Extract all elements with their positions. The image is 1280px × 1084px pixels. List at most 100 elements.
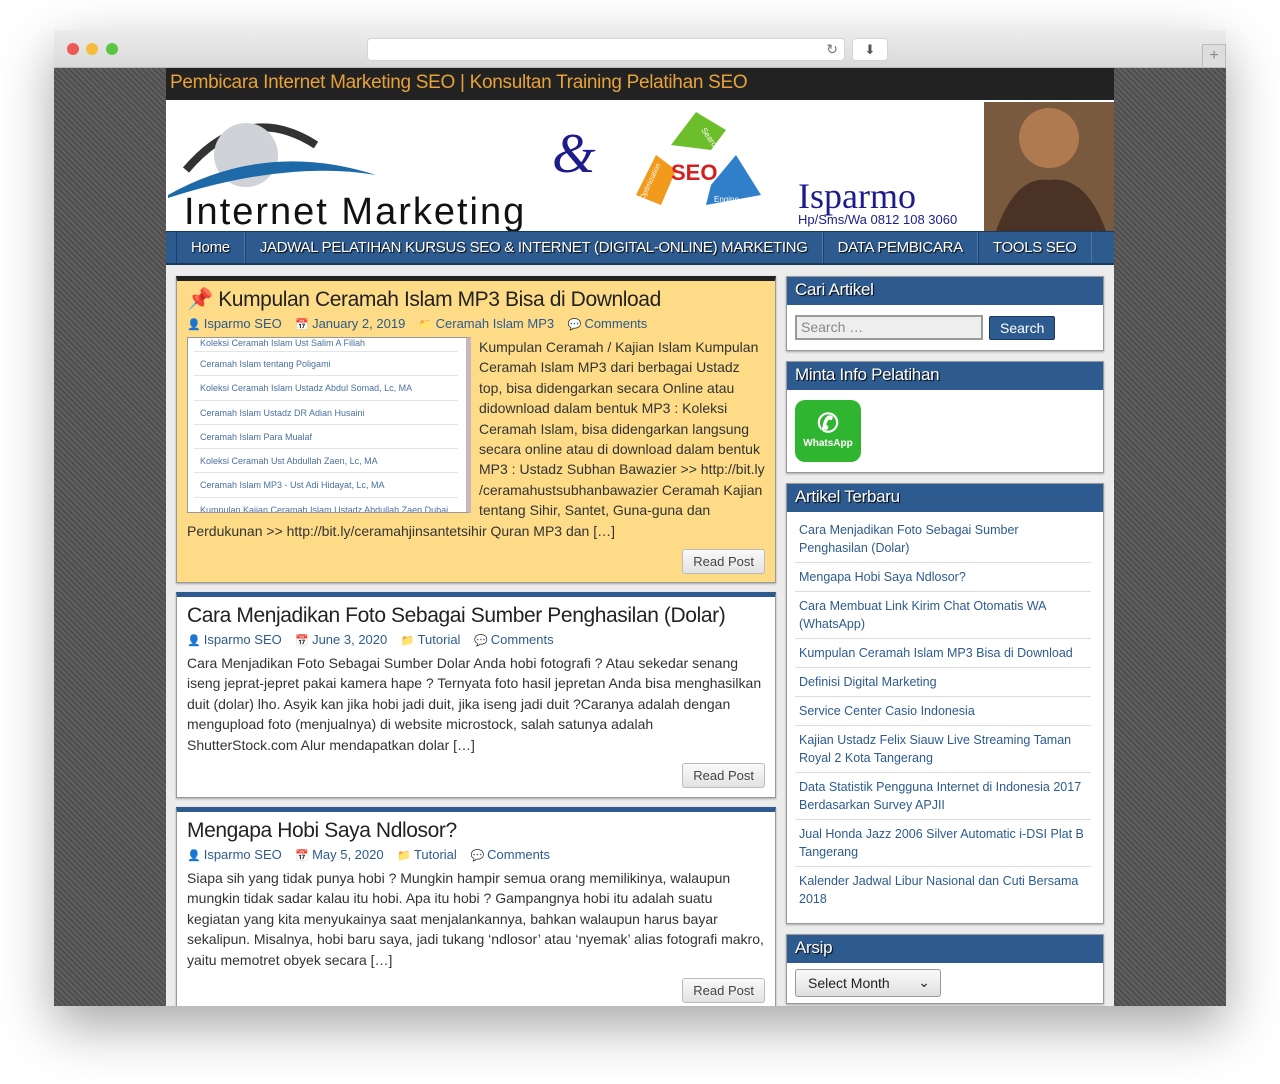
post-excerpt: Cara Menjadikan Foto Sebagai Sumber Dola… xyxy=(187,655,762,753)
close-window-button[interactable] xyxy=(67,43,79,55)
browser-window: ↻ ⬇ + Pembicara Internet Marketing SEO |… xyxy=(54,30,1226,1006)
calendar-icon: 📅 xyxy=(295,850,310,862)
author-link[interactable]: Isparmo SEO xyxy=(204,316,282,331)
download-icon[interactable]: ⬇ xyxy=(852,38,888,61)
recent-posts-widget: Artikel Terbaru Cara Menjadikan Foto Seb… xyxy=(786,483,1104,924)
category-link[interactable]: Tutorial xyxy=(418,632,461,647)
comment-icon: 💬 xyxy=(474,635,488,647)
thumb-item: Ceramah Islam tentang Poligami xyxy=(194,352,458,377)
post-title[interactable]: Mengapa Hobi Saya Ndlosor? xyxy=(187,819,765,843)
widget-title: Minta Info Pelatihan xyxy=(787,362,1103,390)
info-widget-body: ✆ WhatsApp xyxy=(787,390,1103,472)
archive-widget-body: Select Month ⌄ xyxy=(787,963,1103,1003)
recent-post-link[interactable]: Cara Membuat Link Kirim Chat Otomatis WA… xyxy=(795,592,1091,639)
post-title[interactable]: Cara Menjadikan Foto Sebagai Sumber Peng… xyxy=(187,604,765,628)
ampersand: & xyxy=(552,123,596,185)
recent-post-link[interactable]: Data Statistik Pengguna Internet di Indo… xyxy=(795,773,1091,820)
new-tab-button[interactable]: + xyxy=(1202,44,1226,68)
sidebar: Cari Artikel Search … Search Minta Info P… xyxy=(786,276,1104,1006)
chevron-down-icon: ⌄ xyxy=(918,974,930,990)
comments-link[interactable]: Comments xyxy=(491,632,554,647)
site-container: Pembicara Internet Marketing SEO | Konsu… xyxy=(166,68,1114,1006)
post-thumbnail[interactable]: Koleksi Ceramah Islam Ust Salim A Fillah… xyxy=(187,337,471,513)
calendar-icon: 📅 xyxy=(295,319,310,331)
category-meta: 📁 Ceramah Islam MP3 xyxy=(419,316,554,331)
recent-post-link[interactable]: Cara Menjadikan Foto Sebagai Sumber Peng… xyxy=(795,516,1091,563)
post-card: 📌 Kumpulan Ceramah Islam MP3 Bisa di Dow… xyxy=(176,276,776,583)
whatsapp-label: WhatsApp xyxy=(803,438,853,449)
speaker-photo-face xyxy=(1019,108,1079,168)
folder-icon: 📁 xyxy=(397,850,411,862)
user-icon: 👤 xyxy=(187,850,201,862)
nav-tools-seo[interactable]: TOOLS SEO xyxy=(977,232,1092,263)
comments-meta: 💬 Comments xyxy=(474,632,554,647)
category-link[interactable]: Ceramah Islam MP3 xyxy=(436,316,554,331)
recent-posts-list: Cara Menjadikan Foto Sebagai Sumber Peng… xyxy=(787,512,1103,923)
recent-post-link[interactable]: Kajian Ustadz Felix Siauw Live Streaming… xyxy=(795,726,1091,773)
site-title[interactable]: Pembicara Internet Marketing SEO | Konsu… xyxy=(166,68,1114,100)
archive-select-value: Select Month xyxy=(808,975,890,991)
post-meta: 👤 Isparmo SEO 📅 January 2, 2019 📁 Ceramah I… xyxy=(187,316,765,331)
author-link[interactable]: Isparmo SEO xyxy=(204,632,282,647)
author-link[interactable]: Isparmo SEO xyxy=(204,847,282,862)
search-input[interactable]: Search … xyxy=(795,315,983,340)
read-post-button[interactable]: Read Post xyxy=(682,763,765,789)
minimize-window-button[interactable] xyxy=(86,43,98,55)
logo-text: Internet Marketing xyxy=(184,191,526,231)
speaker-phone: Hp/Sms/Wa 0812 108 3060 xyxy=(798,212,957,227)
search-form: Search … Search xyxy=(787,305,1103,350)
whatsapp-icon: ✆ xyxy=(817,408,839,438)
maximize-window-button[interactable] xyxy=(106,43,118,55)
comments-link[interactable]: Comments xyxy=(487,847,550,862)
recent-post-link[interactable]: Definisi Digital Marketing xyxy=(795,668,1091,697)
recent-post-link[interactable]: Kumpulan Ceramah Islam MP3 Bisa di Downl… xyxy=(795,639,1091,668)
post-actions: Read Post xyxy=(187,549,765,575)
post-meta: 👤 Isparmo SEO 📅 May 5, 2020 📁 Tutorial 💬 Com… xyxy=(187,847,765,862)
post-title-link[interactable]: Kumpulan Ceramah Islam MP3 Bisa di Downl… xyxy=(218,288,661,311)
date-meta: 📅 June 3, 2020 xyxy=(295,632,387,647)
post-actions: Read Post xyxy=(187,978,765,1004)
post-body: Koleksi Ceramah Islam Ust Salim A Fillah… xyxy=(187,337,765,541)
address-bar[interactable]: ↻ xyxy=(367,38,845,61)
widget-title: Arsip xyxy=(787,935,1103,963)
user-icon: 👤 xyxy=(187,319,201,331)
comments-meta: 💬 Comments xyxy=(470,847,550,862)
seo-word-engine: Engine xyxy=(714,195,739,204)
recent-post-link[interactable]: Kalender Jadwal Libur Nasional dan Cuti … xyxy=(795,867,1091,913)
recent-post-link[interactable]: Service Center Casio Indonesia xyxy=(795,697,1091,726)
banner-graphic: Internet Marketing & SEO Search Engine O… xyxy=(168,102,1114,231)
date-link[interactable]: June 3, 2020 xyxy=(312,632,387,647)
info-widget: Minta Info Pelatihan ✆ WhatsApp xyxy=(786,361,1104,473)
nav-jadwal-pelatihan[interactable]: JADWAL PELATIHAN KURSUS SEO & INTERNET (… xyxy=(244,232,823,263)
whatsapp-button[interactable]: ✆ WhatsApp xyxy=(795,400,861,462)
comments-meta: 💬 Comments xyxy=(568,316,648,331)
nav-data-pembicara[interactable]: DATA PEMBICARA xyxy=(822,232,978,263)
post-card: Cara Menjadikan Foto Sebagai Sumber Peng… xyxy=(176,592,776,798)
thumb-item: Koleksi Ceramah Islam Ustadz Abdul Somad… xyxy=(194,376,458,401)
comment-icon: 💬 xyxy=(470,850,485,862)
comments-link[interactable]: Comments xyxy=(584,316,647,331)
date-link[interactable]: May 5, 2020 xyxy=(312,847,384,862)
header-banner[interactable]: Internet Marketing & SEO Search Engine O… xyxy=(166,100,1114,231)
reload-icon[interactable]: ↻ xyxy=(826,41,838,58)
user-icon: 👤 xyxy=(187,635,201,647)
date-link[interactable]: January 2, 2019 xyxy=(312,316,405,331)
post-actions: Read Post xyxy=(187,763,765,789)
category-link[interactable]: Tutorial xyxy=(414,847,457,862)
post-title[interactable]: 📌 Kumpulan Ceramah Islam MP3 Bisa di Dow… xyxy=(187,288,765,312)
read-post-button[interactable]: Read Post xyxy=(682,978,765,1004)
search-button[interactable]: Search xyxy=(989,315,1056,340)
author-meta: 👤 Isparmo SEO xyxy=(187,316,282,331)
archive-select[interactable]: Select Month ⌄ xyxy=(795,969,941,997)
thumb-item: Ceramah Islam Ustadz DR Adian Husaini xyxy=(194,401,458,425)
recent-post-link[interactable]: Mengapa Hobi Saya Ndlosor? xyxy=(795,563,1091,592)
widget-title: Artikel Terbaru xyxy=(787,484,1103,512)
read-post-button[interactable]: Read Post xyxy=(682,549,765,575)
nav-home[interactable]: Home xyxy=(176,232,245,263)
thumb-item: Koleksi Ceramah Islam Ust Salim A Fillah xyxy=(194,339,458,352)
recent-post-link[interactable]: Jual Honda Jazz 2006 Silver Automatic i-… xyxy=(795,820,1091,867)
pin-icon: 📌 xyxy=(187,288,213,311)
widget-title: Cari Artikel xyxy=(787,277,1103,305)
folder-icon: 📁 xyxy=(400,635,415,647)
seo-label: SEO xyxy=(671,160,717,185)
